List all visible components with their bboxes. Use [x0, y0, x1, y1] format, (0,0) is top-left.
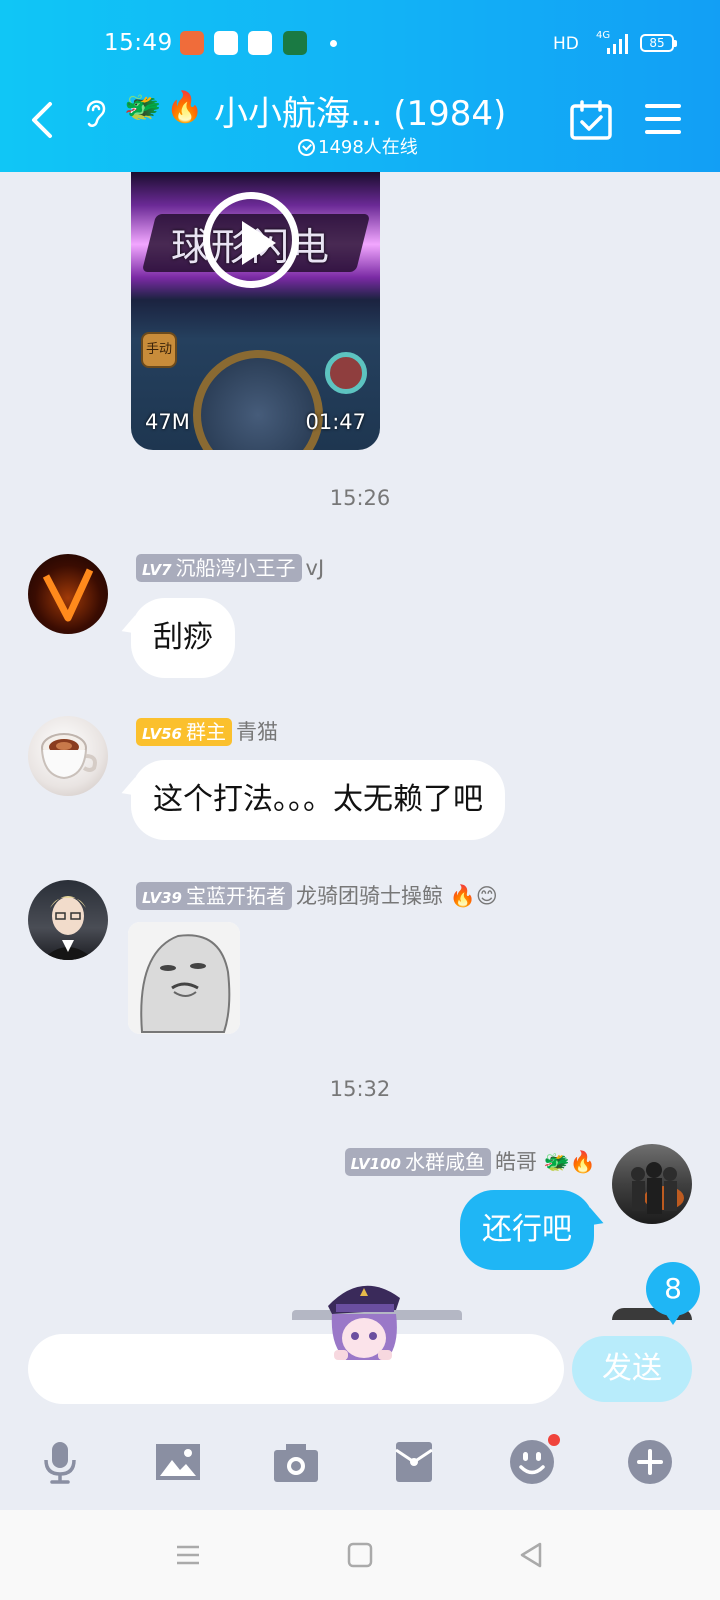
timestamp: 15:26	[329, 486, 391, 510]
member-tag: LV39 宝蓝开拓者	[136, 882, 292, 910]
self-message-bubble[interactable]: 还行吧	[460, 1190, 594, 1270]
member-tag: LV7 沉船湾小王子	[136, 554, 302, 582]
sender-info: LV56 群主 青猫	[136, 716, 278, 746]
plus-icon[interactable]	[626, 1438, 674, 1486]
back-nav-icon[interactable]	[516, 1540, 546, 1570]
input-toolbar	[0, 1418, 720, 1510]
message-bubble[interactable]: 这个打法。。。太无赖了吧	[131, 760, 505, 840]
dragon-emoji-icon: 🐲	[543, 1150, 570, 1174]
more-notifications-icon	[330, 40, 337, 47]
timestamp: 15:32	[329, 1077, 391, 1101]
message-input[interactable]	[28, 1334, 564, 1404]
online-count[interactable]: 1498人在线	[298, 133, 418, 159]
send-button[interactable]: 发送	[572, 1336, 692, 1402]
home-icon[interactable]	[345, 1540, 375, 1570]
fire-emoji-icon: 🔥	[166, 90, 204, 125]
group-title[interactable]: 小小航海... (1984)	[214, 86, 506, 135]
member-tag: LV100 水群咸鱼	[344, 1148, 491, 1176]
sender-info: LV39 宝蓝开拓者 龙骑团骑士操鲸 🔥😊	[136, 880, 498, 910]
video-duration: 01:47	[305, 410, 366, 434]
sticker-message[interactable]	[128, 922, 240, 1034]
red-packet-icon[interactable]	[390, 1438, 438, 1486]
soldiers-avatar-image	[631, 1162, 684, 1214]
emoji-icon[interactable]	[508, 1434, 560, 1486]
gauge-image	[325, 352, 367, 394]
sender-info: LV100 水群咸鱼 皓哥 🐲🔥	[344, 1146, 596, 1176]
sender-nickname: 皓哥	[495, 1150, 537, 1174]
new-message-badge[interactable]: 8	[646, 1262, 700, 1325]
online-count-label: 1498人在线	[318, 137, 418, 158]
coffee-cup-icon	[41, 733, 97, 780]
calendar-check-icon[interactable]	[570, 100, 612, 140]
status-bar: 15:49 HD 4G 85	[0, 28, 720, 62]
sender-nickname: 龙骑团骑士操鲸	[295, 884, 443, 908]
camera-icon[interactable]	[272, 1438, 320, 1486]
self-avatar[interactable]	[612, 1144, 692, 1224]
status-time: 15:49	[104, 30, 173, 56]
smile-emoji-icon: 😊	[475, 884, 498, 908]
app-notification-icon	[248, 31, 272, 55]
play-icon[interactable]	[203, 192, 299, 288]
video-message[interactable]: 球形闪电 手动 47M 01:47	[131, 172, 380, 450]
online-status-icon	[298, 139, 315, 156]
v-logo-icon	[42, 568, 94, 622]
chat-header: 15:49 HD 4G 85 🐲 🔥 小小航海... (1984) 1498人在…	[0, 0, 720, 172]
battery-icon: 85	[640, 34, 677, 52]
meme-face-sticker	[128, 922, 240, 1034]
video-button-text: 手动	[141, 332, 177, 368]
recents-icon[interactable]	[173, 1540, 203, 1570]
5g-icon	[214, 31, 238, 55]
anime-avatar-image	[42, 896, 94, 960]
back-icon[interactable]	[28, 100, 58, 140]
video-size: 47M	[145, 410, 190, 434]
microphone-icon[interactable]	[36, 1438, 84, 1486]
avatar[interactable]	[28, 880, 108, 960]
ship-wheel-image	[193, 350, 323, 450]
character-sticker-icon	[328, 1285, 400, 1360]
message-bubble[interactable]: 刮痧	[131, 598, 235, 678]
app-notification-icon	[283, 31, 307, 55]
sender-nickname: vJ	[305, 556, 325, 580]
sender-nickname: 青猫	[235, 720, 278, 744]
owner-tag: LV56 群主	[136, 718, 232, 746]
fire-emoji-icon: 🔥	[449, 884, 476, 908]
fire-emoji-icon: 🔥	[569, 1150, 596, 1174]
dragon-emoji-icon: 🐲	[124, 90, 162, 125]
image-icon[interactable]	[154, 1438, 202, 1486]
sender-info: LV7 沉船湾小王子 vJ	[136, 554, 324, 582]
app-notification-icon	[180, 31, 204, 55]
signal-icon	[603, 34, 628, 54]
menu-icon[interactable]	[645, 104, 681, 134]
avatar[interactable]	[28, 716, 108, 796]
system-nav-bar	[0, 1510, 720, 1600]
hd-indicator: HD	[553, 34, 579, 54]
avatar[interactable]	[28, 554, 108, 634]
ear-icon[interactable]	[82, 96, 110, 130]
